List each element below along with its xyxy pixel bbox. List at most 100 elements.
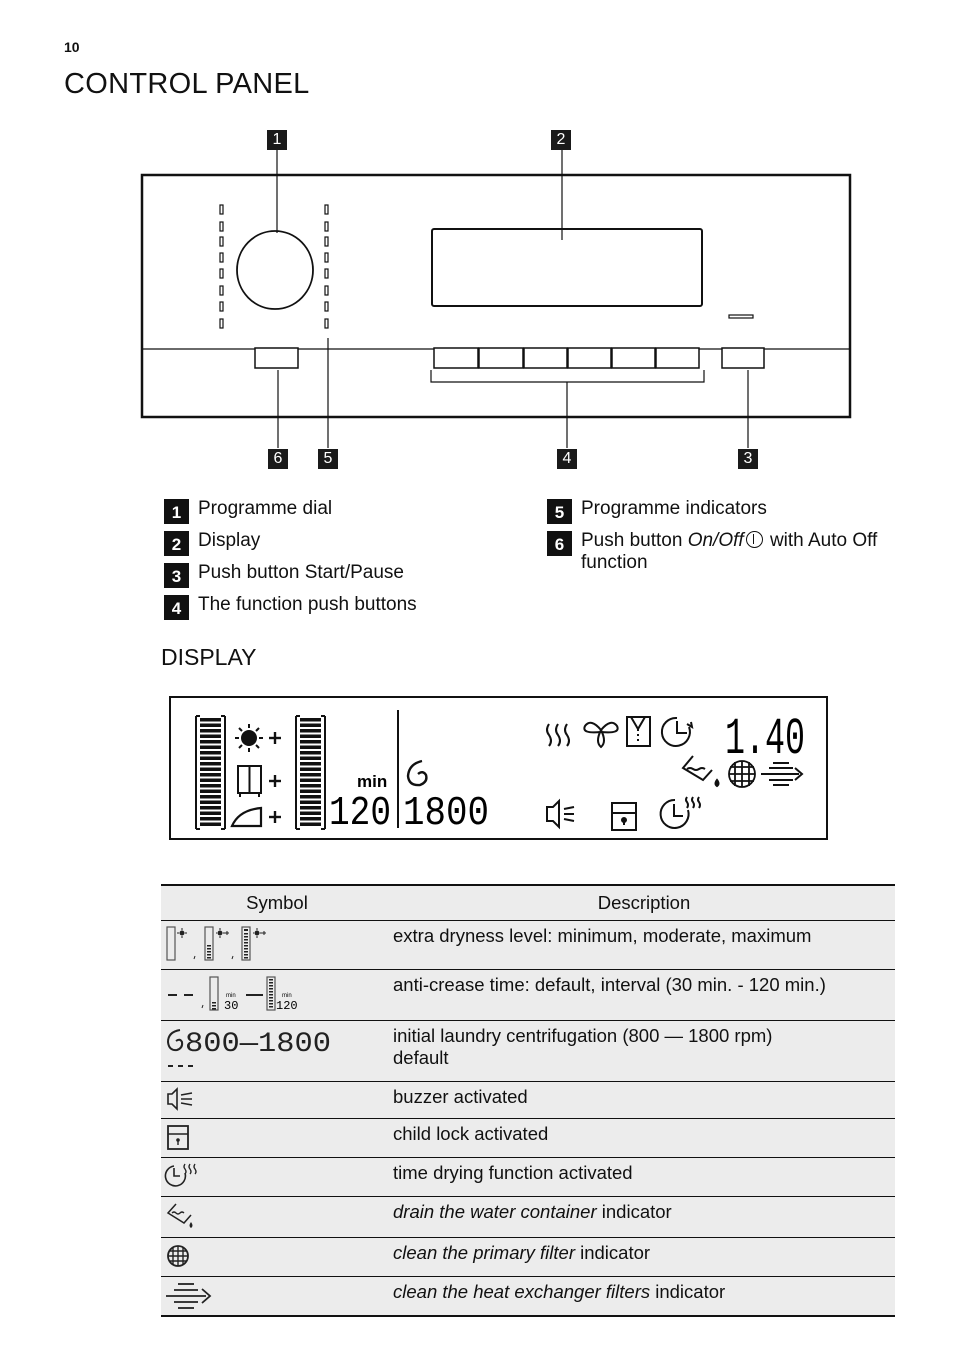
table-row: clean the heat exchanger filters indicat… [161, 1276, 895, 1317]
function-button[interactable] [478, 347, 524, 369]
min-label: min [357, 772, 387, 791]
panel-outline [140, 173, 852, 419]
function-button[interactable] [433, 347, 479, 369]
anti-crease-bar-segment [300, 784, 321, 788]
dryness-bar-segment [200, 773, 221, 777]
legend-number: 1 [164, 499, 189, 524]
symbol-cell [161, 1196, 393, 1238]
anti-crease-bar-segment [300, 822, 321, 826]
description-cell: clean the heat exchanger filters indicat… [393, 1276, 895, 1317]
child-lock-icon [167, 1125, 189, 1150]
anti-crease-bar-segment [300, 718, 321, 722]
legend-right: 5 Programme indicators 6 Push button On/… [547, 498, 887, 580]
legend-number: 4 [164, 595, 189, 620]
legend-text: Push button On/Off with Auto Off functio… [581, 530, 887, 574]
legend-number: 2 [164, 531, 189, 556]
anti-crease-bar-segment [300, 795, 321, 799]
anti-crease-bar-segment [269, 979, 273, 981]
dryness-bar-segment [200, 800, 221, 804]
callout-6: 6 [268, 449, 288, 469]
anti-crease-bar-segment [269, 994, 273, 996]
legend-item: 2 Display [164, 530, 417, 556]
symbol-cell [161, 1237, 393, 1277]
dryness-bar-segment [200, 745, 221, 749]
table-row: drain the water container indicator [161, 1196, 895, 1238]
anti-crease-bar-segment [300, 773, 321, 777]
buzzer-icon [167, 1087, 193, 1111]
dryness-bar-segment [200, 734, 221, 738]
start-pause-led [728, 314, 754, 319]
legend-number: 5 [547, 499, 572, 524]
description-line-1: initial laundry centrifugation (800 — 18… [393, 1025, 773, 1046]
anti-crease-bar-segment [269, 997, 273, 999]
legend-left: 1 Programme dial 2 Display 3 Push button… [164, 498, 417, 626]
start-pause-button[interactable] [721, 347, 765, 369]
dryness-bar-segment [200, 718, 221, 722]
legend-text: Push button Start/Pause [198, 562, 404, 583]
spin-digits: 1800 [403, 791, 489, 837]
on-off-button[interactable] [254, 347, 299, 369]
table-row: clean the primary filter indicator [161, 1237, 895, 1277]
display-section-title: DISPLAY [161, 644, 257, 670]
callout-1: 1 [267, 130, 287, 150]
anti-crease-bar-segment [300, 740, 321, 744]
primary-filter-icon [728, 760, 756, 788]
legend-text: The function push buttons [198, 594, 417, 615]
description-cell: buzzer activated [393, 1081, 895, 1119]
legend-text-italic: On/Off [687, 530, 744, 551]
symbol-cell [161, 1276, 393, 1317]
anti-crease-bar-segment [269, 991, 273, 993]
description-post: indicator [574, 1242, 651, 1263]
anti-crease-bar-segment [300, 817, 321, 821]
symbol-cell [161, 1081, 393, 1119]
dryness-bar-segment [200, 762, 221, 766]
anti-crease-bar-segment [300, 806, 321, 810]
function-button[interactable] [655, 347, 700, 369]
anti-crease-bar-segment [212, 1002, 216, 1004]
anti-crease-bar-segment [300, 767, 321, 771]
anti-crease-bar-segment [300, 723, 321, 727]
symbol-cell: 800—1800 [161, 1020, 393, 1082]
leader-lines [276, 150, 749, 448]
callout-4: 4 [557, 449, 577, 469]
dryness-bar-segment [200, 784, 221, 788]
legend-text: Display [198, 530, 261, 551]
display-illustration: min 120 1800 1.40 [169, 696, 828, 840]
dryness-level-bars-icon [166, 926, 266, 961]
anti-crease-bar-segment [300, 762, 321, 766]
anti-crease-bar-segment [269, 1006, 273, 1008]
dryness-bar-segment [200, 822, 221, 826]
description-italic: drain the water container [393, 1201, 597, 1222]
description-cell: initial laundry centrifugation (800 — 18… [393, 1020, 895, 1082]
callout-2: 2 [551, 130, 571, 150]
dryness-bar-segment [200, 756, 221, 760]
anti-crease-bars-icon: min 30 min 120 [168, 976, 298, 1013]
table-row: min 30 min 120 anti-crease time: default… [161, 969, 895, 1021]
function-button[interactable] [611, 347, 656, 369]
description-italic: clean the heat exchanger filters [393, 1281, 651, 1302]
dryness-bar-segment [200, 778, 221, 782]
function-button[interactable] [523, 347, 568, 369]
table-row: time drying function activated [161, 1157, 895, 1197]
function-buttons [433, 347, 700, 369]
drain-container-icon [166, 1203, 193, 1228]
anti-crease-bar-segment [300, 745, 321, 749]
function-button[interactable] [567, 347, 612, 369]
description-post: indicator [596, 1201, 672, 1222]
legend-text-pre: Push button [581, 530, 688, 551]
symbol-cell: min 30 min 120 [161, 969, 393, 1021]
anti-crease-bar-segment [212, 1008, 216, 1010]
description-cell: extra dryness level: minimum, moderate, … [393, 920, 895, 970]
legend-text: Programme indicators [581, 498, 767, 519]
callout-3: 3 [738, 449, 758, 469]
programme-dial[interactable] [236, 230, 314, 310]
legend-item: 4 The function push buttons [164, 594, 417, 620]
description-italic: clean the primary filter [393, 1242, 575, 1263]
symbol-table: Symbol Description extra dryness level: … [161, 884, 895, 1317]
dryness-bar-segment [200, 795, 221, 799]
control-panel-diagram [140, 150, 852, 448]
table-row: child lock activated [161, 1118, 895, 1158]
legend-text: Programme dial [198, 498, 333, 519]
table-row: buzzer activated [161, 1081, 895, 1119]
programme-indicators-left [219, 204, 224, 329]
